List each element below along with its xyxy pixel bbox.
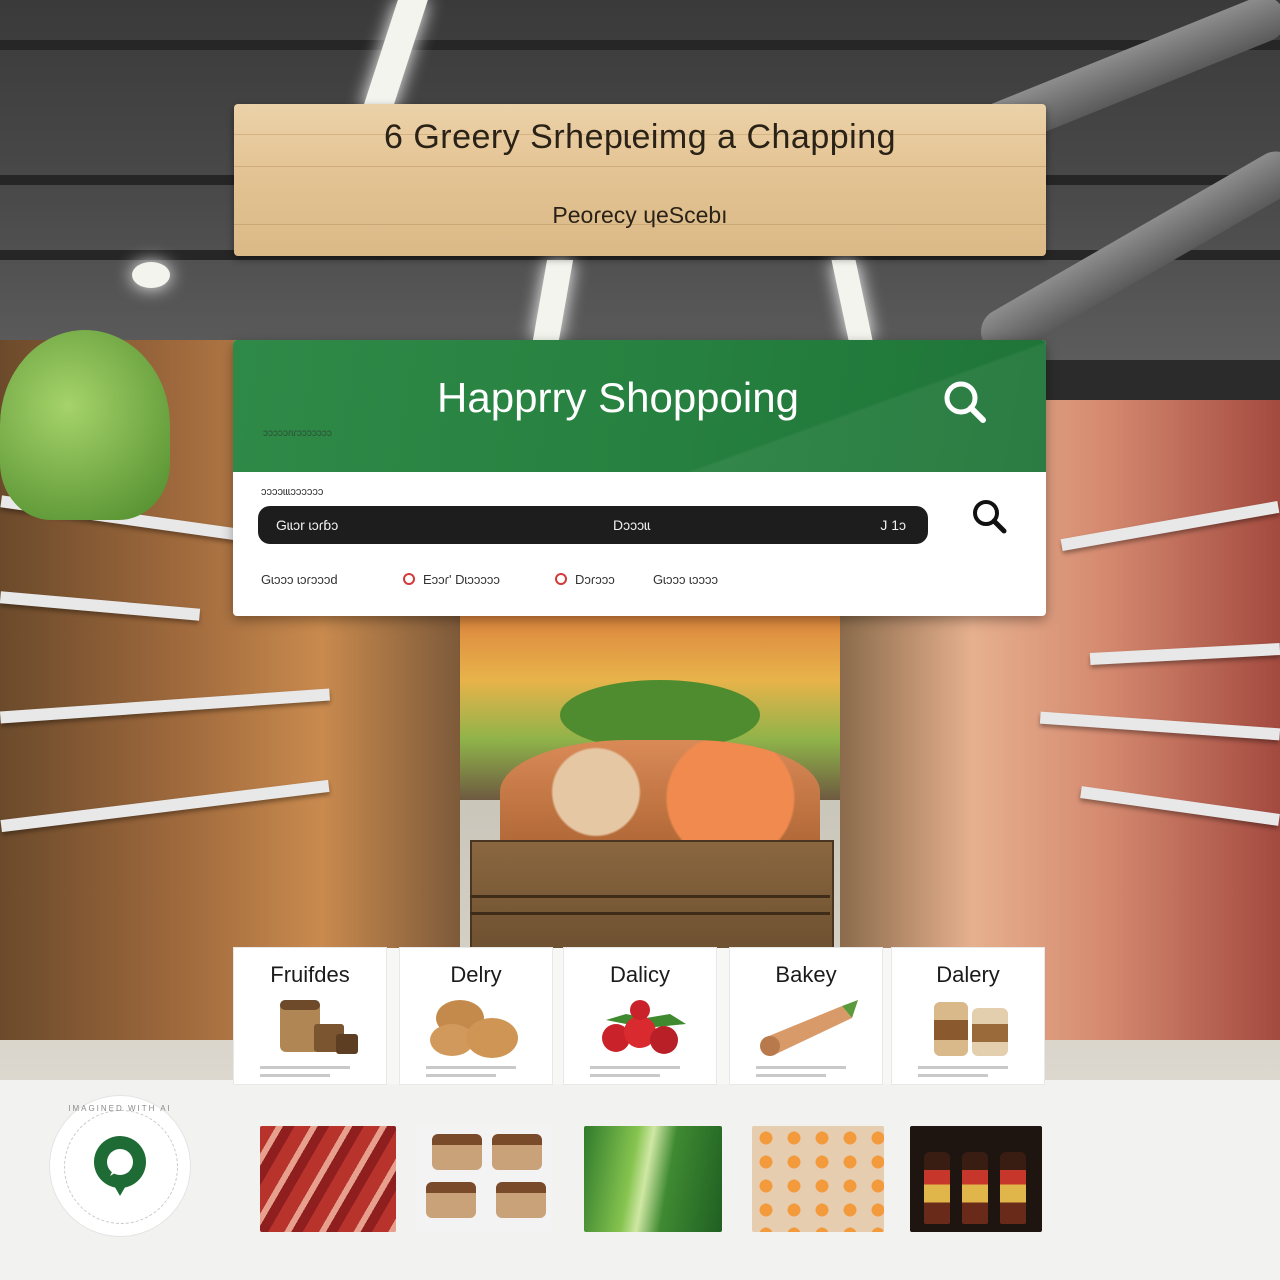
search-icon	[944, 381, 986, 423]
app-title: Happrry Shoppoing	[437, 374, 799, 421]
ceiling-beam	[0, 40, 1280, 50]
jars-icon	[934, 1002, 1008, 1056]
sign-title: 6 Greery Srhepɩeimg a Chapping	[383, 118, 897, 156]
bread-icon	[280, 1000, 358, 1054]
filter-label: Eɔɔɾ' Dɩɔɔɔɔɔ	[423, 572, 500, 587]
sign-subtitle: Peoɾecy ɥeScebı	[552, 202, 728, 228]
category-card[interactable]: Fruifdes	[234, 948, 386, 1084]
pastry-item	[492, 1134, 542, 1170]
strawberries-icon	[602, 1000, 686, 1054]
category-label: Dalicy	[610, 962, 670, 987]
pastry-item	[496, 1182, 546, 1218]
pastry-item	[426, 1182, 476, 1218]
app-tagline: ɔɔɔɔɔɾɩɾɔɔɔɔɔɔɔ	[263, 428, 332, 439]
search-category-text: Gɩɩɔr ɩɔɾɓɔ	[276, 517, 339, 533]
text-line	[260, 1074, 330, 1077]
search-icon	[973, 500, 1007, 534]
category-label: Bakey	[775, 962, 837, 987]
filter-option[interactable]: Gɩɔɔɔ ɩɔɔɔɔ	[653, 572, 718, 587]
category-row: Fruifdes Delry Dalicy Bakey Dalery	[234, 948, 1044, 1084]
pastry-icon[interactable]	[416, 1126, 552, 1232]
ai-watermark-badge: IMAGINED WITH AI	[50, 1096, 190, 1236]
text-line	[426, 1066, 516, 1069]
filter-option[interactable]: Dɔɾɔɔɔ	[555, 572, 615, 587]
produce-icon[interactable]	[752, 1126, 884, 1232]
badge-text: IMAGINED WITH AI	[68, 1104, 172, 1113]
filter-option[interactable]: Eɔɔɾ' Dɩɔɔɔɔɔ	[403, 572, 500, 587]
greens-icon[interactable]	[584, 1126, 722, 1232]
category-card[interactable]: Bakey	[730, 948, 882, 1084]
search-query-text: Dɔɔɔɩɩ	[613, 517, 651, 533]
ceiling-light	[132, 262, 170, 288]
bottle	[962, 1152, 988, 1224]
bottle	[924, 1152, 950, 1224]
header-search-button[interactable]	[939, 376, 991, 428]
text-line	[918, 1066, 1008, 1069]
search-count-text: J 1ɔ	[880, 517, 906, 533]
bottles-icon[interactable]	[910, 1126, 1042, 1232]
text-line	[426, 1074, 496, 1077]
meat-icon[interactable]	[260, 1126, 396, 1232]
text-line	[756, 1066, 846, 1069]
filter-label: Dɔɾɔɔɔ	[575, 572, 615, 587]
text-line	[918, 1074, 988, 1077]
category-card[interactable]: Dalicy	[564, 948, 716, 1084]
search-input[interactable]: Gɩɩɔr ɩɔɾɓɔ Dɔɔɔɩɩ J 1ɔ	[258, 506, 928, 544]
app-header: Happrry Shoppoing ɔɔɔɔɔɾɩɾɔɔɔɔɔɔɔ	[233, 340, 1046, 472]
category-card[interactable]: Dalery	[892, 948, 1044, 1084]
filter-option[interactable]: Gɩɔɔɔ ɩɔɾɔɔɔd	[261, 572, 338, 587]
category-label: Fruifdes	[270, 962, 350, 987]
hanging-store-sign: 6 Greery Srhepɩeimg a Chapping Peoɾecy ɥ…	[234, 104, 1046, 256]
radio-icon	[403, 573, 415, 585]
filter-label: Gɩɔɔɔ ɩɔɾɔɔɔd	[261, 572, 338, 587]
category-label: Dalery	[936, 962, 1000, 987]
bottle	[1000, 1152, 1026, 1224]
search-label: ɔɔɔɔɩɩɩɔɔɔɔɔɔ	[261, 486, 324, 498]
crate-slat	[470, 912, 830, 915]
shopping-app-panel: Happrry Shoppoing ɔɔɔɔɔɾɩɾɔɔɔɔɔɔɔ ɔɔɔɔɩɩ…	[233, 340, 1046, 616]
text-line	[260, 1066, 350, 1069]
text-line	[756, 1074, 826, 1077]
buns-icon	[430, 1000, 518, 1058]
pastry-item	[432, 1134, 482, 1170]
crate-slat	[470, 895, 830, 898]
radio-icon	[555, 573, 567, 585]
lettuce-display	[0, 330, 170, 520]
category-card[interactable]: Delry	[400, 948, 552, 1084]
chat-bubble-icon	[94, 1136, 146, 1196]
wood-grain	[234, 166, 1046, 167]
category-label: Delry	[450, 962, 502, 987]
search-submit-button[interactable]	[969, 496, 1009, 536]
baguette-icon	[760, 1000, 858, 1056]
text-line	[590, 1074, 660, 1077]
text-line	[590, 1066, 680, 1069]
filter-label: Gɩɔɔɔ ɩɔɔɔɔ	[653, 572, 718, 587]
